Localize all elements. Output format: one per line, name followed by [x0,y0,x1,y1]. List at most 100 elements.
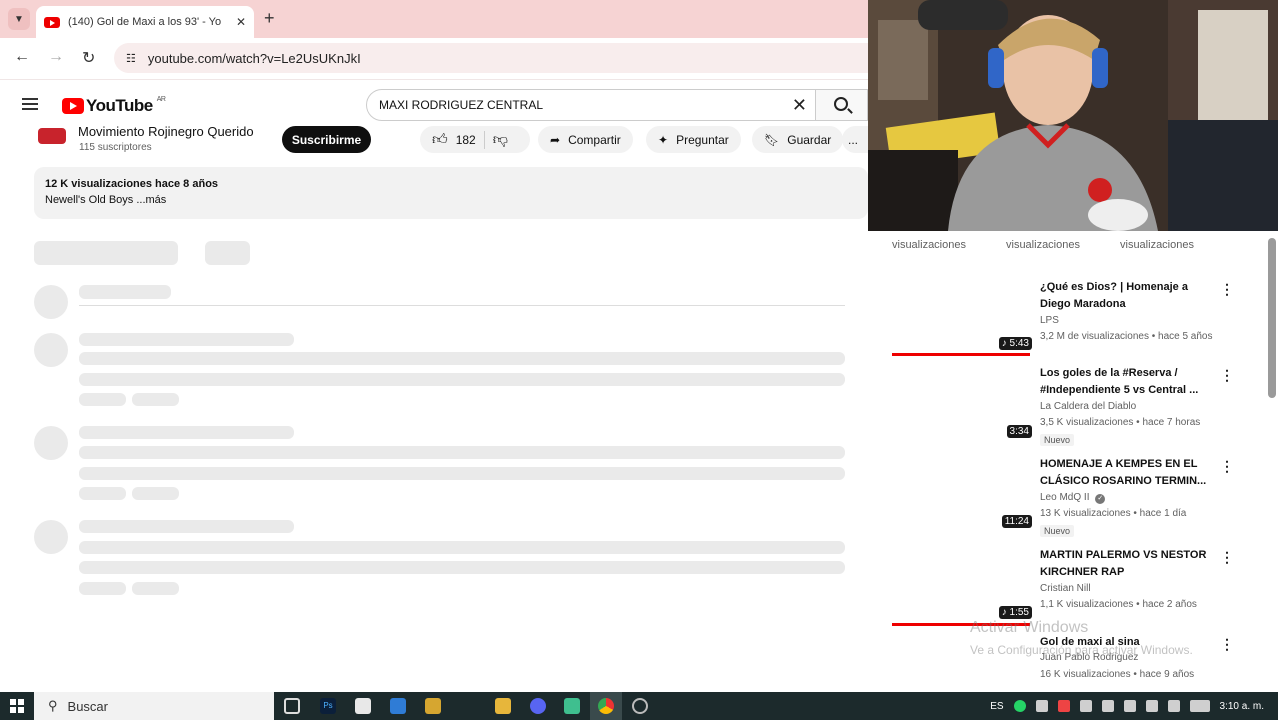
clock-time[interactable]: 3:10 a. m. [1220,701,1264,712]
channel-avatar[interactable] [38,128,66,144]
search-input[interactable]: MAXI RODRIGUEZ CENTRAL ✕ [366,89,816,121]
channel-action-row: Movimiento Rojinegro Querido 115 suscrip… [0,120,868,160]
more-actions-button[interactable]: ... [842,126,868,153]
video-title[interactable]: MARTIN PALERMO VS NESTOR KIRCHNER RAP [1040,547,1212,581]
clear-search-icon[interactable]: ✕ [792,95,807,116]
more-options-icon[interactable]: ⋮ [1220,636,1234,653]
logo-region: AR [156,96,166,103]
like-dislike-group: 👍︎ 182 👎︎ [420,126,530,153]
tray-icon[interactable] [1079,700,1092,712]
menu-icon[interactable] [22,98,38,110]
obs-icon[interactable] [632,698,648,714]
views-label: visualizaciones [1120,239,1194,251]
tray-icon[interactable] [1035,700,1048,712]
address-bar-row: ← → ↻ ☷ youtube.com/watch?v=Le2UsUKnJkI [0,38,868,80]
save-button[interactable]: 🔖︎ Guardar [752,126,844,153]
more-options-icon[interactable]: ⋮ [1220,549,1234,566]
keyboard-icon[interactable] [1189,700,1210,712]
reload-button[interactable]: ↻ [82,48,95,68]
video-channel[interactable]: La Caldera del Diablo [1040,401,1136,412]
task-view-icon[interactable] [284,698,300,714]
verified-icon: ✓ [1095,494,1106,504]
tray-icon[interactable] [1057,700,1070,712]
language-indicator[interactable]: ES [990,701,1003,712]
ask-button[interactable]: ✦ Preguntar [646,126,741,153]
folder-icon[interactable] [495,698,511,714]
forward-button[interactable]: → [48,48,64,66]
skeleton-line [79,582,126,595]
skeleton-line [79,467,845,480]
whatsapp-icon[interactable] [1013,700,1026,712]
youtube-play-icon [62,98,84,114]
windows-taskbar: ⚲ Buscar Ps ES 3:10 a. m. [0,692,1278,720]
activate-windows-title: Activar Windows [970,619,1089,636]
chrome-icon [598,698,614,714]
close-tab-icon[interactable]: ✕ [236,15,246,29]
new-badge: Nuevo [1040,434,1075,446]
skeleton-line [79,285,171,299]
url-omnibox[interactable]: ☷ youtube.com/watch?v=Le2UsUKnJkI [114,43,868,73]
more-options-icon[interactable]: ⋮ [1220,281,1234,298]
video-meta: 3,2 M de visualizaciones • hace 5 años [1040,331,1213,342]
skeleton-line [79,352,845,365]
pen-icon[interactable] [1167,700,1180,712]
video-channel[interactable]: Cristian Nill [1040,583,1091,594]
video-title[interactable]: ¿Qué es Dios? | Homenaje a Diego Maradon… [1040,279,1212,313]
duration-badge: ♪ 1:55 [998,606,1032,619]
back-button[interactable]: ← [14,48,30,66]
skeleton-avatar [34,333,68,367]
video-stats: 12 K visualizaciones hace 8 años [45,178,219,190]
outlook-icon[interactable] [390,698,406,714]
channel-name[interactable]: Movimiento Rojinegro Querido [78,124,254,139]
like-icon[interactable]: 👍︎ [432,131,448,149]
share-button[interactable]: ➦ Compartir [538,126,633,153]
webcam-image [868,0,1278,231]
network-icon[interactable] [1145,700,1158,712]
new-tab-button[interactable]: + [264,8,275,29]
video-meta: 13 K visualizaciones • hace 1 día [1040,508,1187,519]
youtube-logo[interactable]: YouTube AR [62,96,166,116]
skeleton-line [79,487,126,500]
photoshop-icon[interactable]: Ps [320,698,336,714]
subscribe-button[interactable]: Suscribirme [282,126,371,153]
views-label: visualizaciones [892,239,966,251]
chrome-active-slot[interactable] [590,692,622,720]
skeleton-line [79,393,126,406]
taskbar-search[interactable]: ⚲ Buscar [34,692,274,720]
app-icon[interactable] [564,698,580,714]
description-text[interactable]: Newell's Old Boys ...más [45,194,857,206]
skeleton-line [132,582,179,595]
skeleton-block [34,241,178,265]
video-channel[interactable]: LPS [1040,315,1059,326]
skeleton-line [79,446,845,459]
tab-title: (140) Gol de Maxi a los 93' - Yo [68,16,222,28]
skeleton-line [79,541,845,554]
description-box[interactable]: 12 K visualizaciones hace 8 años Newell'… [34,167,868,219]
video-title[interactable]: HOMENAJE A KEMPES EN EL CLÁSICO ROSARINO… [1040,456,1212,490]
sidebar-scrollbar[interactable] [1268,238,1276,398]
more-options-icon[interactable]: ⋮ [1220,458,1234,475]
search-query-text: MAXI RODRIGUEZ CENTRAL [379,98,544,112]
tab-search-button[interactable]: ▼ [8,8,30,30]
dislike-icon[interactable]: 👎︎ [493,131,508,149]
more-options-icon[interactable]: ⋮ [1220,367,1234,384]
url-text: youtube.com/watch?v=Le2UsUKnJkI [147,50,361,66]
video-channel-name: Leo MdQ II [1040,492,1090,503]
like-count[interactable]: 182 [456,133,476,147]
logo-text: YouTube [86,96,153,115]
skeleton-line [79,561,845,574]
video-title[interactable]: Los goles de la #Reserva / #Independient… [1040,365,1212,399]
search-button[interactable] [816,89,868,121]
microphone-icon[interactable] [1101,700,1114,712]
calculator-icon[interactable] [355,698,371,714]
windows-start-icon[interactable] [10,699,24,713]
video-meta: 3,5 K visualizaciones • hace 7 horas [1040,417,1201,428]
site-info-icon[interactable]: ☷ [126,52,136,65]
browser-tab[interactable]: (140) Gol de Maxi a los 93' - Yo ✕ [36,6,254,38]
volume-icon[interactable] [1123,700,1136,712]
skeleton-line [79,520,294,533]
discord-icon[interactable] [530,698,546,714]
video-channel[interactable]: Leo MdQ II ✓ [1040,492,1106,504]
sparkle-icon: ✦ [658,132,669,147]
file-explorer-app-icon[interactable] [425,698,441,714]
